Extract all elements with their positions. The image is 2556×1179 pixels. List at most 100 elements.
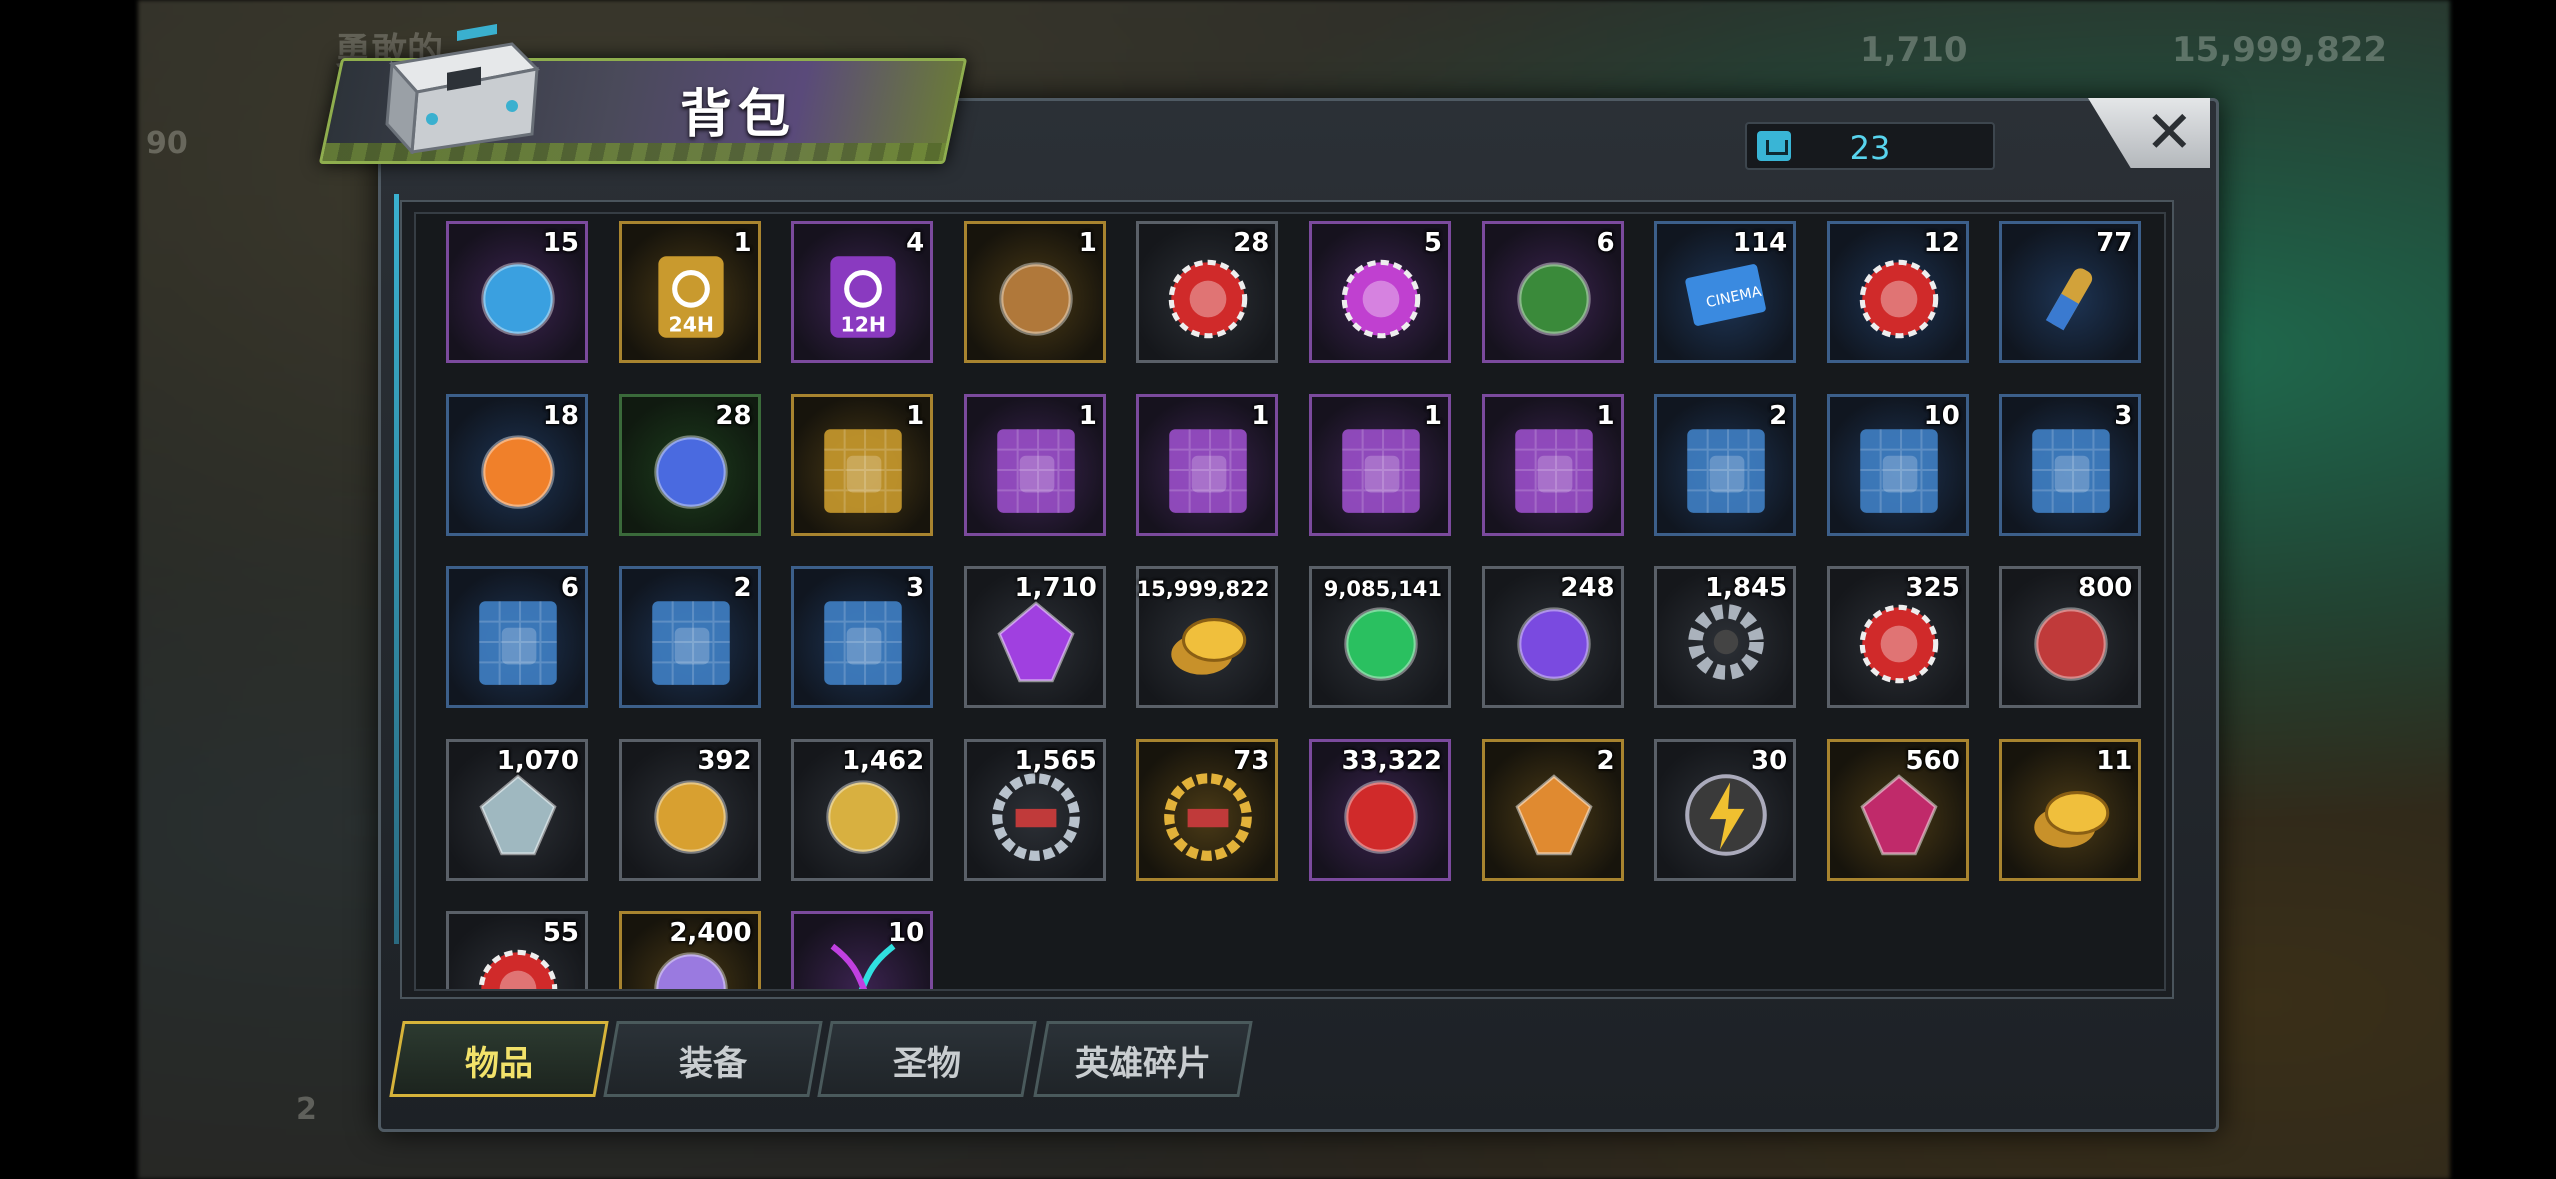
item-quantity: 1,710 bbox=[1014, 573, 1097, 603]
inventory-slot[interactable]: 10 bbox=[791, 911, 934, 989]
inventory-slot[interactable]: 1 bbox=[791, 393, 934, 536]
inventory-slot[interactable]: 1 bbox=[963, 393, 1106, 536]
inventory-slot[interactable]: CINEMA 114 bbox=[1654, 221, 1797, 363]
inventory-slot[interactable]: 15,999,822 bbox=[1136, 566, 1279, 708]
inventory-slot[interactable]: 2 bbox=[1654, 393, 1797, 536]
item-quantity: 325 bbox=[1905, 573, 1960, 603]
item-quantity: 73 bbox=[1233, 745, 1270, 776]
inventory-slot[interactable]: 15 bbox=[446, 221, 588, 363]
item-quantity: 77 bbox=[2096, 228, 2133, 258]
item-quantity: 248 bbox=[1560, 573, 1615, 603]
inventory-slot[interactable]: 2 bbox=[618, 566, 761, 708]
red-hex-token-icon bbox=[1344, 779, 1418, 854]
inventory-slot[interactable]: 2 bbox=[1481, 738, 1624, 881]
blueprint-necklace-blue-icon bbox=[2032, 428, 2111, 513]
scroll-indicator[interactable] bbox=[394, 194, 399, 944]
item-quantity: 114 bbox=[1732, 228, 1788, 258]
background-online-count: 2 bbox=[296, 1092, 317, 1127]
gear-icon bbox=[1688, 604, 1764, 680]
eye-card-icon bbox=[2034, 607, 2109, 681]
inventory-slot[interactable]: 18 bbox=[446, 393, 588, 536]
red-bottlecap-icon bbox=[1169, 259, 1248, 339]
blueprint-hat-blue-icon bbox=[651, 601, 730, 685]
item-quantity: 15 bbox=[542, 228, 579, 258]
purple-core-icon bbox=[1516, 607, 1591, 681]
inventory-slot[interactable]: 248 bbox=[1481, 566, 1624, 708]
item-quantity: 1 bbox=[1423, 400, 1442, 431]
puzzle-piece-icon bbox=[826, 779, 900, 854]
red-network-token-icon bbox=[1859, 604, 1939, 684]
tab-label[interactable]: 装备 bbox=[610, 1036, 816, 1085]
item-quantity: 1,070 bbox=[496, 745, 579, 776]
inventory-slot[interactable]: 1,070 bbox=[446, 738, 588, 881]
item-quantity: 12 bbox=[1923, 228, 1960, 258]
inventory-slot[interactable]: 560 bbox=[1826, 738, 1969, 881]
item-quantity: 28 bbox=[1233, 228, 1270, 258]
inventory-slot[interactable]: 73 bbox=[1136, 738, 1279, 881]
item-quantity: 3 bbox=[906, 573, 925, 603]
inventory-slot[interactable]: 30 bbox=[1654, 738, 1797, 881]
item-quantity: 33,322 bbox=[1341, 745, 1442, 776]
golden-fist-icon bbox=[653, 779, 728, 854]
item-quantity: 1 bbox=[1078, 400, 1097, 431]
inventory-slot[interactable]: 28 bbox=[618, 393, 761, 536]
item-quantity: 28 bbox=[715, 400, 752, 431]
inventory-slot[interactable]: 1 bbox=[1136, 393, 1279, 536]
inventory-slot[interactable]: 12 bbox=[1826, 221, 1969, 363]
inventory-slot[interactable]: 2,400 bbox=[618, 911, 761, 989]
tab-label[interactable]: 物品 bbox=[396, 1036, 602, 1085]
inventory-slot[interactable]: 55 bbox=[446, 911, 588, 989]
inventory-slot[interactable]: 1,710 bbox=[963, 566, 1106, 708]
inventory-slot[interactable]: 3 bbox=[1999, 393, 2142, 536]
inventory-slot[interactable]: 33,322 bbox=[1309, 738, 1451, 881]
inventory-slot[interactable]: 11 bbox=[1999, 738, 2142, 881]
inventory-slot[interactable]: 1,565 bbox=[963, 738, 1106, 881]
speedup-12h-icon: 12H bbox=[830, 256, 896, 338]
item-quantity: 18 bbox=[542, 400, 579, 431]
ruby-ore-icon bbox=[1860, 773, 1938, 855]
inventory-slot[interactable]: 6 bbox=[446, 566, 588, 708]
inventory-slot[interactable]: 1 bbox=[963, 221, 1106, 363]
inventory-grid[interactable]: 15 24H 1 12H 4 1 28 5 6 CINEMA 114 12 77 18 28 1 1 1 1… bbox=[414, 212, 2166, 991]
tab-label[interactable]: 圣物 bbox=[824, 1036, 1030, 1085]
fire-spirit-icon bbox=[481, 434, 555, 509]
inventory-slot[interactable]: 10 bbox=[1826, 393, 1969, 536]
inventory-slot[interactable]: 1,845 bbox=[1654, 566, 1797, 708]
inventory-slot[interactable]: 24H 1 bbox=[618, 221, 761, 363]
inventory-slot[interactable]: 9,085,141 bbox=[1309, 566, 1451, 708]
inventory-slot[interactable]: 6 bbox=[1481, 221, 1624, 363]
inventory-slot[interactable]: 325 bbox=[1826, 566, 1969, 708]
blueprint-swords-blue-icon bbox=[1860, 428, 1938, 513]
inventory-slot[interactable]: 3 bbox=[791, 566, 934, 708]
inventory-slot[interactable]: 800 bbox=[1999, 566, 2142, 708]
item-quantity: 2 bbox=[1769, 400, 1788, 431]
bullet-icon bbox=[2046, 268, 2093, 331]
inventory-slot[interactable]: 5 bbox=[1309, 221, 1451, 363]
inventory-slot[interactable]: 28 bbox=[1136, 221, 1279, 363]
item-quantity: 1,462 bbox=[841, 745, 925, 776]
close-icon[interactable]: ✕ bbox=[2145, 98, 2194, 166]
owl-plush-icon bbox=[1516, 262, 1591, 336]
item-quantity: 10 bbox=[1923, 400, 1960, 431]
item-quantity: 4 bbox=[906, 228, 925, 258]
inventory-slot[interactable]: 392 bbox=[618, 738, 761, 881]
item-quantity: 1,845 bbox=[1704, 573, 1788, 603]
item-quantity: 560 bbox=[1905, 745, 1960, 776]
tab-label[interactable]: 英雄碎片 bbox=[1040, 1036, 1246, 1085]
blueprint-pistol-blue-icon bbox=[479, 601, 557, 685]
item-quantity: 5 bbox=[1423, 228, 1442, 258]
item-quantity: 30 bbox=[1751, 745, 1788, 776]
backpack-capacity: 23 bbox=[1745, 122, 1995, 170]
blue-glove-icon bbox=[653, 434, 728, 509]
ship-medal-silver-icon bbox=[991, 772, 1080, 861]
lightning-coin-icon bbox=[1685, 773, 1767, 856]
green-fuel-canister-icon bbox=[1344, 607, 1418, 681]
background-player-level: 90 bbox=[146, 126, 188, 161]
item-quantity: 6 bbox=[560, 573, 579, 603]
inventory-slot[interactable]: 1 bbox=[1481, 393, 1624, 536]
inventory-slot[interactable]: 1,462 bbox=[791, 738, 934, 881]
item-quantity: 10 bbox=[888, 918, 925, 948]
inventory-slot[interactable]: 1 bbox=[1309, 393, 1451, 536]
inventory-slot[interactable]: 77 bbox=[1999, 221, 2142, 363]
inventory-slot[interactable]: 12H 4 bbox=[791, 221, 934, 363]
